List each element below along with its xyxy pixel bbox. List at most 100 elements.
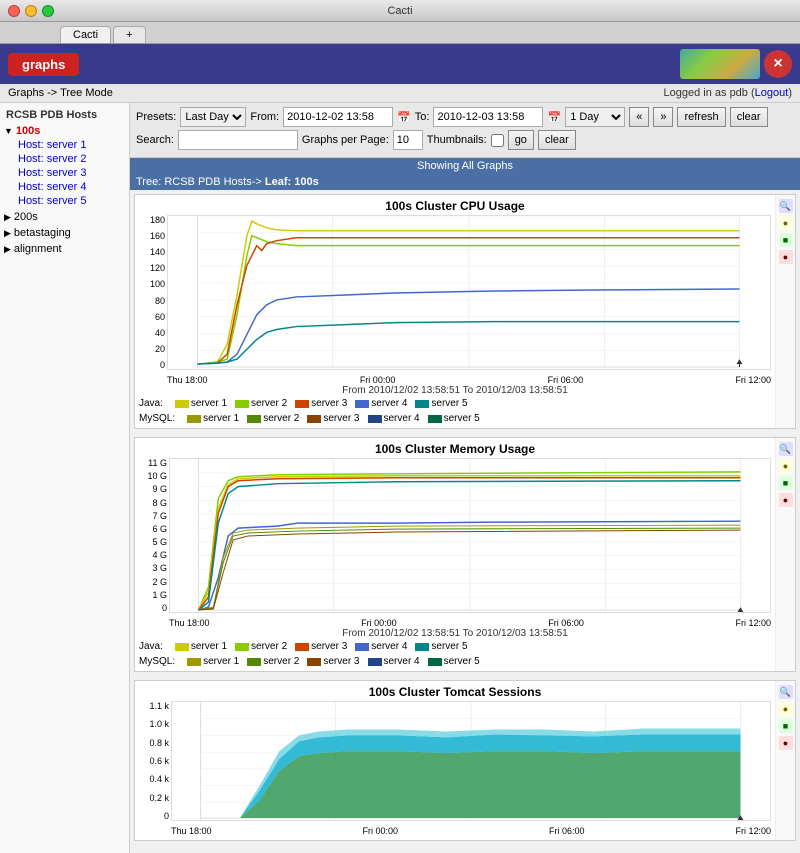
mem-java-label: Java:: [139, 641, 163, 652]
sidebar-group-header-200s[interactable]: ▶ 200s: [0, 210, 129, 224]
mem-java-s2-swatch: [235, 643, 249, 651]
cpu-legend-mysql-s4: server 4: [368, 413, 420, 424]
tomcat-graph-sidebar: 🔍 ● ■ ●: [775, 681, 795, 840]
cpu-legend-java-s1: server 1: [175, 398, 227, 409]
mem-legend-mysql-s1: server 1: [187, 656, 239, 667]
tab-new[interactable]: +: [113, 26, 145, 43]
cpu-legend-mysql-s3: server 3: [307, 413, 359, 424]
mem-report-icon[interactable]: ■: [779, 476, 793, 490]
prev-btn[interactable]: «: [629, 107, 649, 127]
tomcat-zoom-icon[interactable]: 🔍: [779, 685, 793, 699]
cpu-report-icon[interactable]: ■: [779, 233, 793, 247]
window-title: Cacti: [387, 5, 412, 17]
presets-label: Presets:: [136, 111, 176, 123]
cpu-edit-icon[interactable]: ●: [779, 250, 793, 264]
sidebar-item-server5[interactable]: Host: server 5: [0, 194, 129, 208]
java-s5-label: server 5: [431, 398, 467, 409]
java-s3-swatch: [295, 400, 309, 408]
cpu-legend: Java: server 1 server 2 server 3 server …: [139, 398, 771, 424]
controls-bar: Presets: Last Day From: 📅 To: 📅 1 Day « …: [130, 103, 800, 158]
tomcat-edit-icon[interactable]: ●: [779, 736, 793, 750]
graphs-per-page-input[interactable]: [393, 130, 423, 150]
right-content: Presets: Last Day From: 📅 To: 📅 1 Day « …: [130, 103, 800, 853]
to-input[interactable]: [433, 107, 543, 127]
controls-row-1: Presets: Last Day From: 📅 To: 📅 1 Day « …: [136, 107, 794, 127]
sidebar: RCSB PDB Hosts ▼ 100s Host: server 1 Hos…: [0, 103, 130, 853]
mem-legend-java-row: Java: server 1 server 2 server 3 server …: [139, 641, 468, 652]
sidebar-section: RCSB PDB Hosts ▼ 100s Host: server 1 Hos…: [0, 107, 129, 257]
server2-link[interactable]: Host: server 2: [18, 153, 86, 165]
server1-link[interactable]: Host: server 1: [18, 139, 86, 151]
graph-cpu-block: 100s Cluster CPU Usage 0 20 40 60 80 100…: [134, 194, 796, 429]
tab-cacti[interactable]: Cacti: [60, 26, 111, 43]
graphs-area: 100s Cluster CPU Usage 0 20 40 60 80 100…: [130, 190, 800, 853]
arrow-right-icon-alignment: ▶: [4, 244, 11, 255]
cpu-zoom-icon[interactable]: 🔍: [779, 199, 793, 213]
x-label-fri12: Fri 12:00: [735, 375, 771, 385]
sidebar-item-server2[interactable]: Host: server 2: [0, 152, 129, 166]
mem-zoom-icon[interactable]: 🔍: [779, 442, 793, 456]
refresh-button[interactable]: refresh: [677, 107, 725, 127]
mem-legend-mysql-s3: server 3: [307, 656, 359, 667]
sidebar-group-header-alignment[interactable]: ▶ alignment: [0, 242, 129, 256]
mysql-s3-label: server 3: [323, 413, 359, 424]
server3-link[interactable]: Host: server 3: [18, 167, 86, 179]
minimize-button[interactable]: [25, 5, 37, 17]
sidebar-item-server1[interactable]: Host: server 1: [0, 138, 129, 152]
window-controls: [8, 5, 54, 17]
java-s2-swatch: [235, 400, 249, 408]
go-button[interactable]: go: [508, 130, 534, 150]
mem-edit-icon[interactable]: ●: [779, 493, 793, 507]
server5-link[interactable]: Host: server 5: [18, 195, 86, 207]
sidebar-title: RCSB PDB Hosts: [0, 107, 129, 123]
content-area: RCSB PDB Hosts ▼ 100s Host: server 1 Hos…: [0, 103, 800, 853]
status-text: Showing All Graphs: [417, 160, 513, 172]
presets-select[interactable]: Last Day: [180, 107, 246, 127]
mem-info-icon[interactable]: ●: [779, 459, 793, 473]
clear-button[interactable]: clear: [730, 107, 768, 127]
server4-link[interactable]: Host: server 4: [18, 181, 86, 193]
next-btn[interactable]: »: [653, 107, 673, 127]
graph-mem-title: 100s Cluster Memory Usage: [139, 442, 771, 456]
clear2-button[interactable]: clear: [538, 130, 576, 150]
graph-cpu-main: 100s Cluster CPU Usage 0 20 40 60 80 100…: [135, 195, 775, 428]
day-select[interactable]: 1 Day: [565, 107, 625, 127]
mysql-s2-label: server 2: [263, 413, 299, 424]
calendar-from-icon[interactable]: 📅: [397, 111, 411, 124]
breadcrumb-leaf: Leaf: 100s: [265, 176, 319, 188]
from-label: From:: [250, 111, 279, 123]
cpu-legend-mysql-s2: server 2: [247, 413, 299, 424]
tomcat-x-fri12: Fri 12:00: [735, 826, 771, 836]
cpu-legend-java-row: Java: server 1 server 2 server 3 server …: [139, 398, 468, 409]
thumbnails-checkbox[interactable]: [491, 134, 504, 147]
sidebar-group-header-100s[interactable]: ▼ 100s: [0, 124, 129, 138]
power-icon[interactable]: ×: [764, 50, 792, 78]
cpu-info-icon[interactable]: ●: [779, 216, 793, 230]
maximize-button[interactable]: [42, 5, 54, 17]
cpu-legend-java-s5: server 5: [415, 398, 467, 409]
mem-java-s4-swatch: [355, 643, 369, 651]
mysql-s1-swatch: [187, 415, 201, 423]
mem-mysql-label: MySQL:: [139, 656, 175, 667]
mysql-s4-label: server 4: [384, 413, 420, 424]
tomcat-x-thu: Thu 18:00: [171, 826, 212, 836]
to-label: To:: [415, 111, 430, 123]
search-input[interactable]: [178, 130, 298, 150]
sidebar-group-header-betastaging[interactable]: ▶ betastaging: [0, 226, 129, 240]
graphs-button[interactable]: graphs: [8, 53, 79, 76]
logout-link[interactable]: Logout: [755, 87, 789, 99]
sidebar-item-server3[interactable]: Host: server 3: [0, 166, 129, 180]
nav-bar: Graphs -> Tree Mode Logged in as pdb (Lo…: [0, 84, 800, 103]
from-input[interactable]: [283, 107, 393, 127]
tomcat-info-icon[interactable]: ●: [779, 702, 793, 716]
thumbnails-label: Thumbnails:: [427, 134, 487, 146]
sidebar-item-server4[interactable]: Host: server 4: [0, 180, 129, 194]
mem-mysql-s4-swatch: [368, 658, 382, 666]
mysql-s5-swatch: [428, 415, 442, 423]
mem-legend-java-s1: server 1: [175, 641, 227, 652]
close-button[interactable]: [8, 5, 20, 17]
calendar-to-icon[interactable]: 📅: [547, 111, 561, 124]
mem-x-fri12: Fri 12:00: [735, 618, 771, 628]
mem-time-label: From 2010/12/02 13:58:51 To 2010/12/03 1…: [139, 628, 771, 639]
tomcat-report-icon[interactable]: ■: [779, 719, 793, 733]
